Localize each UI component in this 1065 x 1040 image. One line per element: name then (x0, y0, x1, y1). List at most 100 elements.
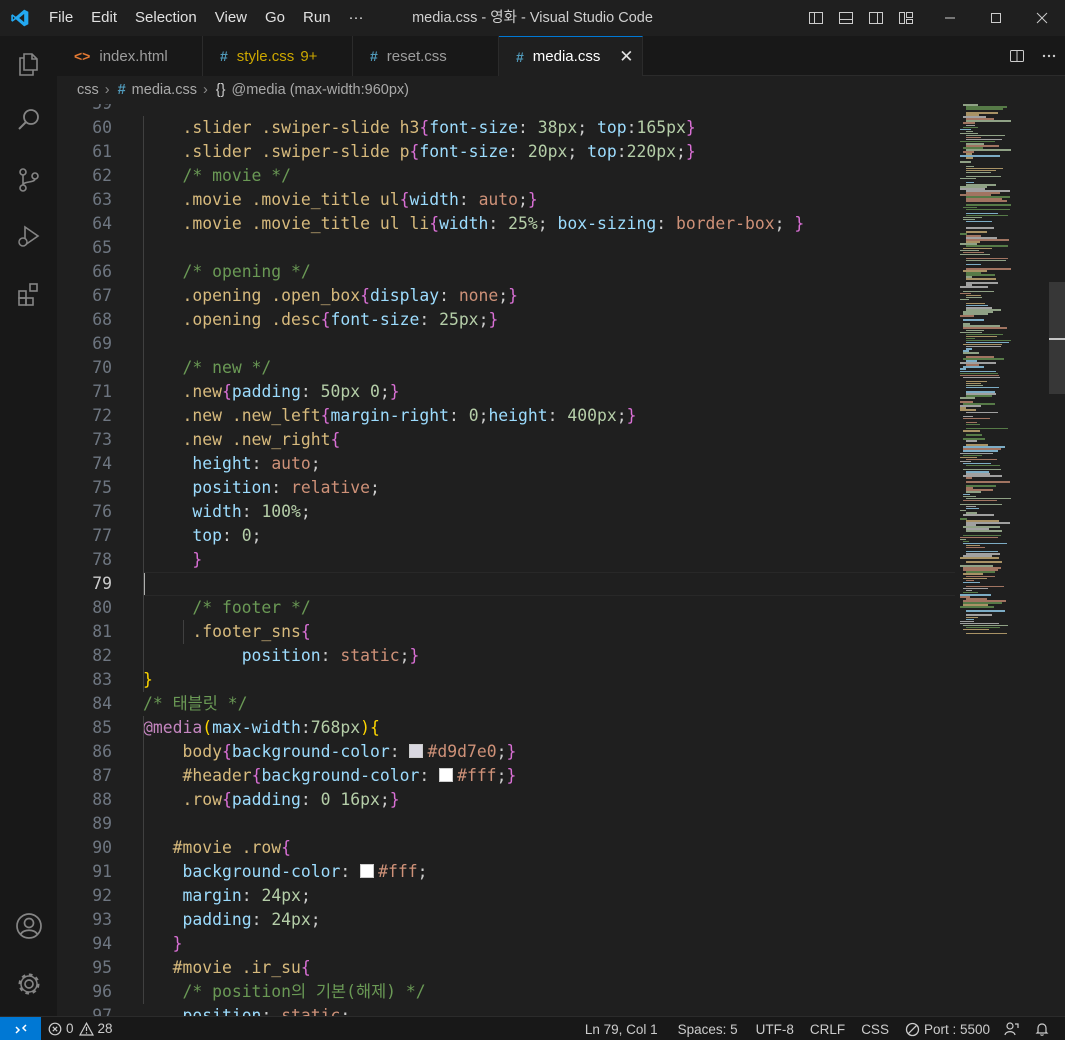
breadcrumb-symbol[interactable]: @media (max-width:960px) (231, 82, 409, 98)
code-line[interactable]: 95 #movie .ir_su{ (57, 956, 957, 980)
code-line[interactable]: 65 (57, 236, 957, 260)
line-number: 66 (92, 262, 112, 281)
menu-item-edit[interactable]: Edit (82, 0, 126, 36)
live-server-status[interactable]: Port : 5500 (898, 1017, 997, 1040)
code-line[interactable]: 64 .movie .movie_title ul li{width: 25%;… (57, 212, 957, 236)
code-line[interactable]: 77 top: 0; (57, 524, 957, 548)
source-control-icon[interactable] (0, 156, 57, 204)
close-tab-icon[interactable]: ✕ (616, 47, 636, 67)
code-token: { (221, 382, 232, 401)
menu-item-run[interactable]: Run (294, 0, 340, 36)
code-token: } (794, 214, 805, 233)
color-swatch[interactable] (360, 864, 375, 878)
close-window-icon[interactable] (1019, 0, 1065, 36)
maximize-icon[interactable] (973, 0, 1019, 36)
code-editor[interactable]: 5960 .slider .swiper-slide h3{font-size:… (57, 104, 1065, 1016)
code-line[interactable]: 87 #header{background-color: #fff;} (57, 764, 957, 788)
code-line[interactable]: 81 .footer_sns{ (57, 620, 957, 644)
language-mode[interactable]: CSS (854, 1017, 896, 1040)
menu-item-go[interactable]: Go (256, 0, 294, 36)
tab-reset-css[interactable]: # reset.css (353, 36, 499, 76)
code-line[interactable]: 60 .slider .swiper-slide h3{font-size: 3… (57, 116, 957, 140)
notifications-bell-icon[interactable] (1027, 1017, 1057, 1040)
menu-item-selection[interactable]: Selection (126, 0, 206, 36)
code-line[interactable]: 70 /* new */ (57, 356, 957, 380)
color-swatch[interactable] (409, 744, 424, 758)
feedback-icon[interactable] (997, 1017, 1027, 1040)
code-token: ; (310, 454, 321, 473)
code-line[interactable]: 74 height: auto; (57, 452, 957, 476)
minimap-line (963, 514, 994, 516)
toggle-panel-icon[interactable] (831, 0, 861, 36)
code-line[interactable]: 68 .opening .desc{font-size: 25px;} (57, 308, 957, 332)
breadcrumb-folder[interactable]: css (77, 82, 99, 98)
code-line[interactable]: 89 (57, 812, 957, 836)
code-line[interactable]: 79 (57, 572, 957, 596)
code-line[interactable]: 76 width: 100%; (57, 500, 957, 524)
code-line[interactable]: 63 .movie .movie_title ul{width: auto;} (57, 188, 957, 212)
code-line[interactable]: 96 /* position의 기본(해제) */ (57, 980, 957, 1004)
code-line[interactable]: 83} (57, 668, 957, 692)
code-line[interactable]: 93 padding: 24px; (57, 908, 957, 932)
code-line[interactable]: 72 .new .new_left{margin-right: 0;height… (57, 404, 957, 428)
indentation-status[interactable]: Spaces: 5 (671, 1017, 745, 1040)
toggle-secondary-sidebar-icon[interactable] (861, 0, 891, 36)
code-line[interactable]: 66 /* opening */ (57, 260, 957, 284)
line-number: 59 (57, 104, 112, 116)
minimap[interactable] (960, 104, 1050, 664)
code-line[interactable]: 94 } (57, 932, 957, 956)
code-line[interactable]: 97 position: static; (57, 1004, 957, 1016)
code-text: /* position의 기본(해제) */ (143, 980, 425, 1004)
menu-item-view[interactable]: View (206, 0, 256, 36)
line-number: 93 (92, 910, 112, 929)
split-editor-icon[interactable] (1001, 36, 1033, 76)
manage-gear-icon[interactable] (0, 960, 57, 1008)
cursor-position[interactable]: Ln 79, Col 1 (578, 1017, 665, 1040)
run-debug-icon[interactable] (0, 212, 57, 260)
eol-status[interactable]: CRLF (803, 1017, 852, 1040)
search-icon[interactable] (0, 96, 57, 144)
color-swatch[interactable] (439, 768, 454, 782)
code-token: : (241, 502, 262, 521)
code-line[interactable]: 91 background-color: #fff; (57, 860, 957, 884)
code-token: ; (370, 478, 380, 497)
line-number: 88 (92, 790, 112, 809)
code-line[interactable]: 61 .slider .swiper-slide p{font-size: 20… (57, 140, 957, 164)
code-token: } (172, 934, 183, 953)
explorer-icon[interactable] (0, 40, 57, 88)
code-line[interactable]: 73 .new .new_right{ (57, 428, 957, 452)
code-line[interactable]: 80 /* footer */ (57, 596, 957, 620)
code-line[interactable]: 88 .row{padding: 0 16px;} (57, 788, 957, 812)
code-line[interactable]: 78 } (57, 548, 957, 572)
code-line[interactable]: 86 body{background-color: #d9d7e0;} (57, 740, 957, 764)
code-line[interactable]: 90 #movie .row{ (57, 836, 957, 860)
tab-media-css[interactable]: # media.css ✕ (499, 36, 643, 76)
extensions-icon[interactable] (0, 270, 57, 318)
code-line[interactable]: 85 @media(max-width:768px){ (57, 716, 957, 740)
code-line[interactable]: 82 position: static;} (57, 644, 957, 668)
customize-layout-icon[interactable] (891, 0, 921, 36)
tab-style-css[interactable]: # style.css 9+ (203, 36, 353, 76)
remote-indicator-icon[interactable] (0, 1016, 41, 1040)
code-line[interactable]: 75 position: relative; (57, 476, 957, 500)
code-token: .opening .open_box (182, 286, 361, 305)
more-actions-icon[interactable] (1033, 36, 1065, 76)
code-line[interactable]: 62 /* movie */ (57, 164, 957, 188)
breadcrumb-file[interactable]: media.css (132, 82, 197, 98)
menu-item-more[interactable]: ··· (340, 0, 373, 36)
menu-item-file[interactable]: File (40, 0, 82, 36)
accounts-icon[interactable] (0, 902, 57, 950)
problems-status[interactable]: 0 28 (41, 1017, 120, 1040)
code-line[interactable]: 71 .new{padding: 50px 0;} (57, 380, 957, 404)
code-line[interactable]: 69 (57, 332, 957, 356)
encoding-status[interactable]: UTF-8 (749, 1017, 801, 1040)
minimap-line (966, 464, 1000, 467)
code-line[interactable]: 92 margin: 24px; (57, 884, 957, 908)
tab-index-html[interactable]: <> index.html (57, 36, 203, 76)
minimize-icon[interactable] (927, 0, 973, 36)
code-line[interactable]: 67 .opening .open_box{display: none;} (57, 284, 957, 308)
code-line[interactable]: 84 /* 태블릿 */ (57, 692, 957, 716)
toggle-primary-sidebar-icon[interactable] (801, 0, 831, 36)
